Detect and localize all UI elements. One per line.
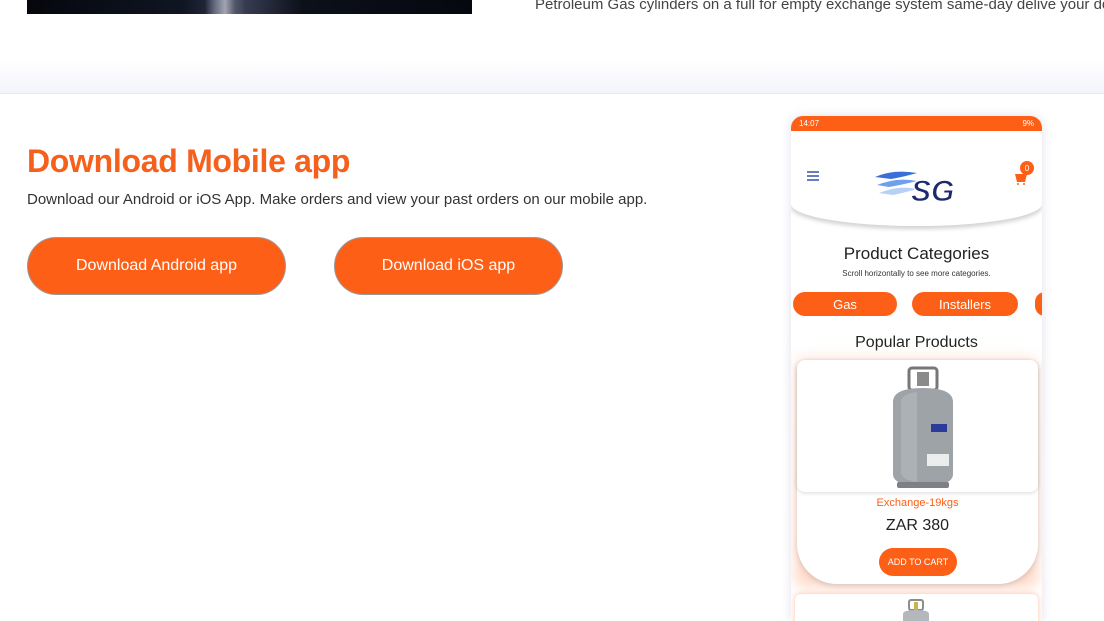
previous-section: Petroleum Gas cylinders on a full for em…	[0, 0, 1104, 94]
gas-cylinder-image	[893, 366, 953, 488]
service-description: Petroleum Gas cylinders on a full for em…	[535, 0, 1104, 13]
download-android-button[interactable]: Download Android app	[27, 237, 286, 295]
sg-logo: SG	[875, 171, 955, 209]
app-header: SG 0	[791, 131, 1042, 226]
hero-image	[27, 0, 472, 14]
category-chip-partial[interactable]	[1035, 292, 1042, 316]
product-price: ZAR 380	[885, 517, 950, 534]
category-chip-installers[interactable]: Installers	[912, 292, 1018, 316]
categories-subtitle: Scroll horizontally to see more categori…	[842, 269, 991, 278]
section-divider	[0, 60, 1104, 94]
product-card[interactable]: Exchange-19kgs ZAR 380 ADD TO CART	[797, 360, 1038, 584]
status-time: 14:07	[799, 119, 820, 128]
category-chip-gas[interactable]: Gas	[793, 292, 897, 316]
cart-count-badge: 0	[1020, 161, 1034, 175]
gas-cylinder-image	[903, 599, 929, 621]
product-card[interactable]	[795, 594, 1038, 621]
svg-text:SG: SG	[911, 175, 954, 208]
product-image	[797, 360, 1038, 492]
phone-mockup: 14:07 9% SG 0 Product Categories Scroll …	[791, 116, 1042, 621]
download-ios-button[interactable]: Download iOS app	[334, 237, 563, 295]
status-battery: 9%	[1022, 119, 1034, 128]
categories-title: Product Categories	[843, 244, 990, 263]
popular-products-title: Popular Products	[855, 334, 978, 351]
menu-icon[interactable]	[807, 171, 819, 181]
download-title: Download Mobile app	[27, 143, 351, 179]
phone-status-bar: 14:07 9%	[791, 116, 1042, 131]
add-to-cart-button[interactable]: ADD TO CART	[879, 548, 957, 576]
download-description: Download our Android or iOS App. Make or…	[27, 191, 648, 208]
product-name: Exchange-19kgs	[876, 497, 959, 509]
